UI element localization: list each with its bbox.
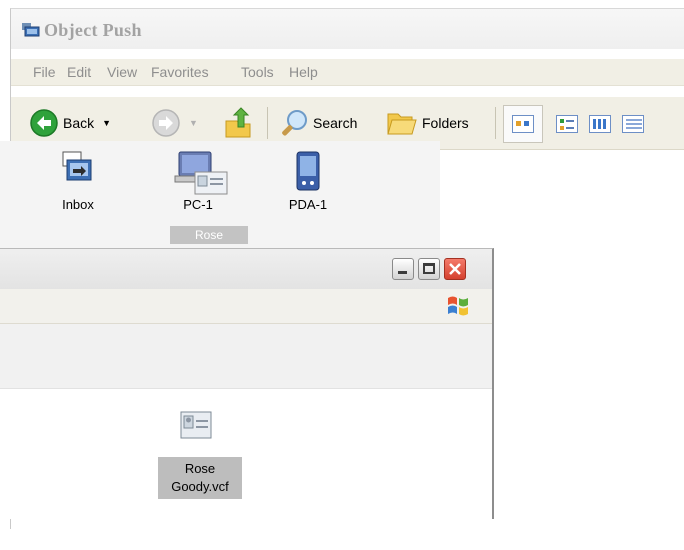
icons-view-icon[interactable] [589, 115, 611, 133]
menu-view[interactable]: View [107, 64, 137, 80]
folders-icon [387, 113, 417, 135]
vcf-file-label[interactable]: Rose Goody.vcf [158, 457, 242, 499]
maximize-icon [423, 263, 435, 274]
window-title: Object Push [44, 20, 142, 40]
pda-1-label: PDA-1 [288, 197, 328, 212]
drag-ghost-label: Rose [170, 226, 248, 244]
windows-logo-icon [448, 296, 468, 316]
inbox-icon [62, 151, 92, 181]
menu-favorites[interactable]: Favorites [151, 64, 209, 80]
menu-bar: File Edit View Favorites Tools Help [11, 59, 684, 86]
close-icon [449, 263, 461, 275]
pda-icon [296, 151, 320, 191]
view-tiles-button[interactable] [503, 105, 543, 143]
vcf-file-name-line2: Goody.vcf [171, 479, 229, 494]
computer-icon [174, 151, 228, 195]
search-label: Search [313, 115, 358, 131]
menu-file[interactable]: File [33, 64, 56, 80]
back-label: Back [63, 115, 95, 131]
toolbar-separator-2 [495, 107, 496, 139]
vcf-file-icon-wrap[interactable] [165, 408, 227, 447]
inbox-label: Inbox [62, 197, 94, 212]
details-view-icon[interactable] [556, 115, 578, 133]
explorer-window [0, 248, 494, 519]
close-button[interactable] [444, 258, 466, 280]
list-view-icon[interactable] [622, 115, 644, 133]
up-folder-icon [225, 107, 251, 138]
tiles-view-icon [512, 115, 534, 133]
back-dropdown-icon[interactable]: ▼ [102, 118, 111, 128]
minimize-button[interactable] [392, 258, 414, 280]
folders-label: Folders [422, 115, 469, 131]
menu-edit[interactable]: Edit [67, 64, 91, 80]
minimize-icon [398, 271, 407, 274]
inbox-item[interactable]: Inbox [52, 150, 104, 212]
forward-dropdown-icon[interactable]: ▼ [189, 118, 198, 128]
object-push-icon [22, 23, 40, 37]
search-icon [282, 110, 307, 136]
toolbar-2 [0, 324, 492, 389]
menu-help[interactable]: Help [289, 64, 318, 80]
pc-1-item[interactable]: PC-1 [160, 150, 236, 212]
toolbar-separator [267, 107, 268, 139]
contact-card-icon [180, 411, 212, 439]
back-arrow-icon [30, 109, 58, 137]
title-bar[interactable]: Object Push [11, 9, 684, 49]
vcf-file-name-line1: Rose [184, 461, 216, 476]
title-bar-2[interactable] [0, 249, 492, 289]
forward-arrow-icon [152, 109, 180, 137]
menu-bar-2 [0, 289, 492, 324]
menu-tools[interactable]: Tools [241, 64, 274, 80]
pda-1-item[interactable]: PDA-1 [282, 150, 334, 212]
maximize-button[interactable] [418, 258, 440, 280]
